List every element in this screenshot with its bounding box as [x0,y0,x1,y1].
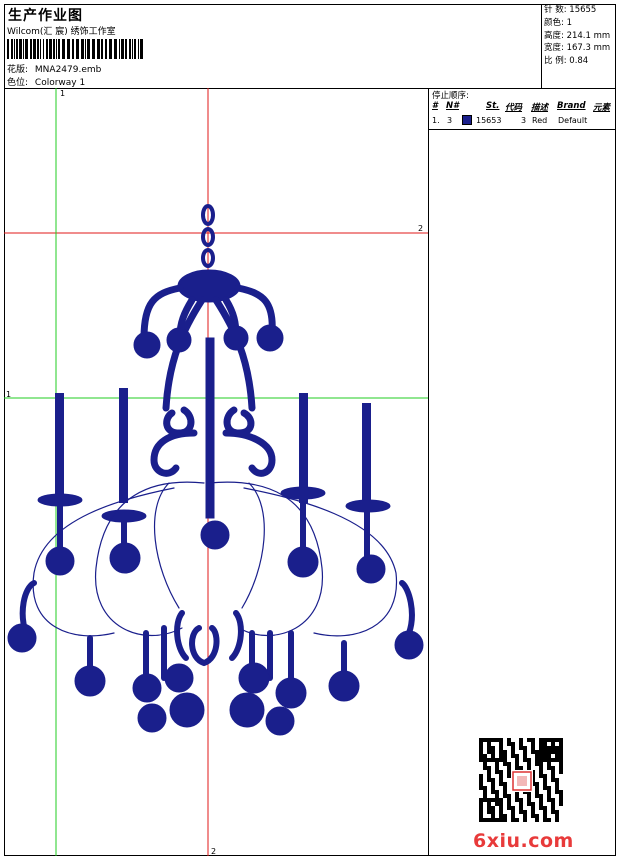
colorway-label: 色位: [7,78,29,88]
design-label: 花版: [7,65,29,75]
row-code: 3 [521,116,527,125]
col-description: 描述 [531,103,549,113]
colorway-row: 色位: Colorway 1 [7,75,85,88]
col-brand: Brand [557,101,586,111]
stat-height: 高度: 214.1 mm [544,30,611,41]
col-element: 元素 [593,103,611,113]
barcode [7,39,143,59]
watermark-site: 6xiu.com [473,830,574,852]
col-stitches: St. [486,101,500,111]
design-stats: 针 数: 15655 颜色: 1 高度: 214.1 mm 宽度: 167.3 … [542,4,618,88]
stop-sequence-title: 停止顺序: [432,91,469,101]
design-file: MNA2479.emb [34,65,102,75]
color-swatch [462,115,472,125]
stat-scale: 比 例: 0.84 [544,56,589,67]
row-brand: Default [558,116,588,125]
design-canvas: 1 1 2 2 [4,88,428,856]
guide-label-red-h: 2 [418,224,423,233]
qr-code [479,738,563,822]
row-needle: 3 [447,116,453,125]
chandelier-embroidery [7,204,424,736]
colorway-value: Colorway 1 [34,78,86,88]
row-description: Red [532,116,548,125]
row-stitches: 15653 [476,116,502,125]
col-index: # [432,101,438,111]
page-title: 生产作业图 [8,8,83,24]
col-needle: N# [446,101,460,111]
guide-label-green-v: 1 [60,89,65,98]
stop-sequence-table: 停止顺序: # N# St. 代码 描述 Brand 元素 1. 3 15653… [429,88,616,130]
stop-sequence-panel: 停止顺序: # N# St. 代码 描述 Brand 元素 1. 3 15653… [428,88,616,856]
guide-label-red-v: 2 [211,847,216,856]
stat-stitches: 针 数: 15655 [544,5,597,15]
guide-label-green-h: 1 [6,390,11,399]
header-info: 生产作业图 Wilcom(汇 宸) 绣饰工作室 花版: MNA2479.emb … [4,4,542,88]
design-file-row: 花版: MNA2479.emb [7,62,101,75]
row-index: 1. [432,116,440,125]
col-code: 代码 [505,103,523,113]
company-name: Wilcom(汇 宸) 绣饰工作室 [7,27,116,37]
stat-width: 宽度: 167.3 mm [544,43,611,54]
stat-colors: 颜色: 1 [544,17,572,28]
header: 生产作业图 Wilcom(汇 宸) 绣饰工作室 花版: MNA2479.emb … [4,4,616,89]
